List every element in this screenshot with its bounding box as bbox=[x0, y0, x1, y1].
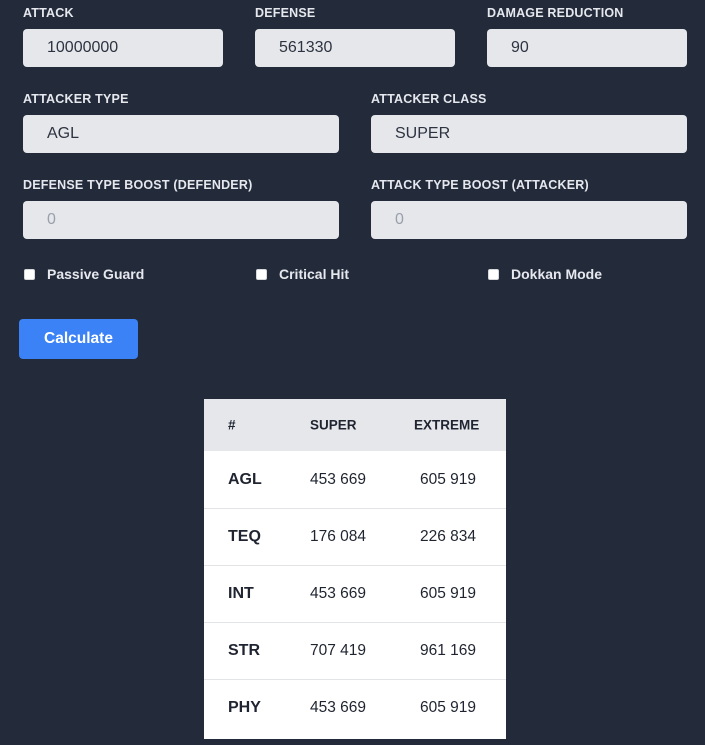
defense-label: DEFENSE bbox=[255, 6, 316, 20]
row-extreme-value: 961 169 bbox=[420, 642, 477, 659]
critical-hit-checkbox[interactable] bbox=[256, 268, 267, 280]
table-row: AGL 453 669 605 919 bbox=[204, 451, 506, 508]
header-extreme: EXTREME bbox=[414, 417, 480, 433]
attack-type-boost-input[interactable] bbox=[371, 201, 687, 239]
defense-type-boost-label: DEFENSE TYPE BOOST (DEFENDER) bbox=[23, 178, 253, 192]
table-row: STR 707 419 961 169 bbox=[204, 622, 506, 679]
calculate-button[interactable]: Calculate bbox=[19, 319, 138, 359]
header-type: # bbox=[228, 417, 236, 433]
attack-input[interactable] bbox=[23, 29, 223, 67]
attack-type-boost-label: ATTACK TYPE BOOST (ATTACKER) bbox=[371, 178, 589, 192]
critical-hit-option[interactable]: Critical Hit bbox=[256, 265, 349, 283]
dokkan-mode-checkbox[interactable] bbox=[488, 268, 499, 280]
table-row: INT 453 669 605 919 bbox=[204, 565, 506, 622]
attacker-type-label: ATTACKER TYPE bbox=[23, 92, 129, 106]
damage-reduction-input[interactable] bbox=[487, 29, 687, 67]
row-extreme-value: 226 834 bbox=[420, 528, 477, 545]
row-type: PHY bbox=[228, 699, 261, 716]
passive-guard-checkbox[interactable] bbox=[24, 268, 35, 280]
dokkan-mode-option[interactable]: Dokkan Mode bbox=[488, 265, 602, 283]
results-table: # SUPER EXTREME AGL 453 669 605 919 TEQ … bbox=[204, 399, 506, 739]
row-type: INT bbox=[228, 585, 254, 602]
header-super: SUPER bbox=[310, 417, 357, 433]
row-super-value: 707 419 bbox=[310, 642, 367, 659]
attacker-type-select[interactable]: AGL bbox=[23, 115, 339, 153]
dokkan-mode-label: Dokkan Mode bbox=[511, 266, 603, 282]
row-extreme-value: 605 919 bbox=[420, 585, 477, 602]
attacker-class-select[interactable]: SUPER bbox=[371, 115, 687, 153]
attacker-class-label: ATTACKER CLASS bbox=[371, 92, 487, 106]
row-super-value: 453 669 bbox=[310, 699, 367, 716]
passive-guard-label: Passive Guard bbox=[47, 266, 145, 282]
defense-type-boost-input[interactable] bbox=[23, 201, 339, 239]
critical-hit-label: Critical Hit bbox=[279, 266, 350, 282]
table-row: PHY 453 669 605 919 bbox=[204, 679, 506, 736]
passive-guard-option[interactable]: Passive Guard bbox=[24, 265, 144, 283]
damage-reduction-label: DAMAGE REDUCTION bbox=[487, 6, 624, 20]
row-extreme-value: 605 919 bbox=[420, 699, 477, 716]
damage-calculator: ATTACK DEFENSE DAMAGE REDUCTION ATTACKER… bbox=[0, 0, 705, 745]
table-row: TEQ 176 084 226 834 bbox=[204, 508, 506, 565]
row-type: STR bbox=[228, 642, 260, 659]
attack-label: ATTACK bbox=[23, 6, 74, 20]
row-super-value: 176 084 bbox=[310, 528, 367, 545]
row-super-value: 453 669 bbox=[310, 470, 367, 488]
row-super-value: 453 669 bbox=[310, 585, 367, 602]
row-extreme-value: 605 919 bbox=[420, 470, 477, 488]
row-type: TEQ bbox=[228, 528, 261, 545]
defense-input[interactable] bbox=[255, 29, 455, 67]
row-type: AGL bbox=[228, 470, 262, 488]
table-body: AGL 453 669 605 919 TEQ 176 084 226 834 … bbox=[204, 451, 506, 736]
table-header: # SUPER EXTREME bbox=[204, 399, 506, 451]
